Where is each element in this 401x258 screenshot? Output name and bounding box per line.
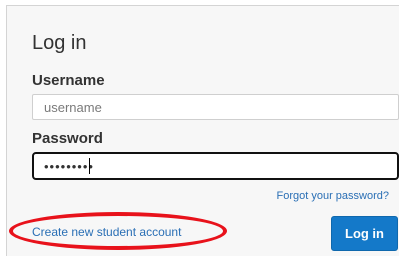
password-input[interactable] xyxy=(32,152,399,180)
login-title: Log in xyxy=(32,32,87,54)
login-panel: Log in Username Password Forgot your pas… xyxy=(6,5,399,256)
username-input[interactable] xyxy=(32,94,399,120)
password-label: Password xyxy=(32,130,103,147)
forgot-password-link[interactable]: Forgot your password? xyxy=(277,189,390,203)
text-caret xyxy=(89,158,90,174)
create-student-account-link[interactable]: Create new student account xyxy=(32,225,181,240)
username-label: Username xyxy=(32,72,105,89)
login-button[interactable]: Log in xyxy=(331,216,398,251)
